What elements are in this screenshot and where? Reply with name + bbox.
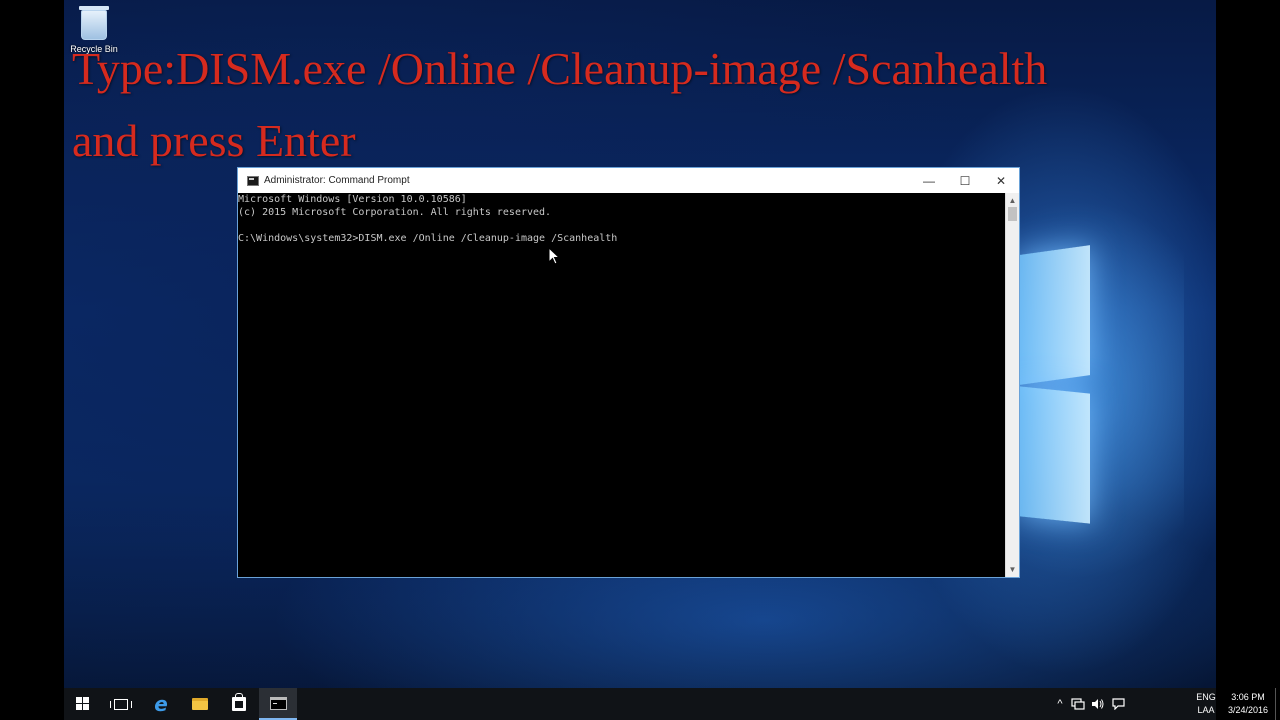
instruction-caption-line-2: and press Enter [72,115,356,166]
system-tray: ^ [1052,688,1128,720]
keyboard-layout-code: LAA [1197,705,1215,715]
window-controls: — ☐ ✕ [911,168,1019,193]
network-icon[interactable] [1068,698,1088,710]
language-code: ENG [1196,692,1216,702]
instruction-caption-line-1: Type:DISM.exe /Online /Cleanup-image /Sc… [72,43,1048,94]
wallpaper-logo-pane [1020,245,1090,385]
console-command-line[interactable]: C:\Windows\system32>DISM.exe /Online /Cl… [238,232,1005,245]
scrollbar-thumb[interactable] [1008,207,1017,221]
command-prompt-icon [269,696,287,710]
maximize-button[interactable]: ☐ [947,168,983,193]
vertical-scrollbar[interactable]: ▲ ▼ [1005,193,1019,577]
recycle-bin-icon [81,10,107,40]
console-line: Microsoft Windows [Version 10.0.10586] [238,194,467,205]
file-explorer-button[interactable] [181,688,219,720]
show-desktop-button[interactable] [1275,688,1279,720]
file-explorer-icon [192,698,208,710]
close-button[interactable]: ✕ [983,168,1019,193]
console-output[interactable]: Microsoft Windows [Version 10.0.10586] (… [238,193,1005,577]
task-view-icon [110,698,132,710]
input-language-indicator[interactable]: ENG LAA [1195,691,1217,717]
command-prompt-window[interactable]: Administrator: Command Prompt — ☐ ✕ Micr… [237,167,1020,578]
edge-icon: e [154,692,168,716]
edge-button[interactable]: e [142,688,180,720]
clock[interactable]: 3:06 PM 3/24/2016 [1223,691,1273,717]
minimize-button[interactable]: — [911,168,947,193]
store-button[interactable] [220,688,258,720]
window-titlebar[interactable]: Administrator: Command Prompt — ☐ ✕ [238,168,1019,193]
action-center-icon[interactable] [1108,698,1128,710]
show-hidden-icons-chevron-icon[interactable]: ^ [1052,698,1068,710]
clock-date: 3/24/2016 [1227,705,1269,715]
wallpaper-logo-pane [1020,386,1090,524]
command-prompt-icon[interactable] [247,175,259,186]
window-title: Administrator: Command Prompt [264,175,410,186]
command-prompt-taskbar-button[interactable] [259,688,297,720]
task-view-button[interactable] [102,688,140,720]
letterbox-right [1216,0,1280,688]
letterbox-left [0,0,64,688]
store-icon [232,693,246,711]
clock-time: 3:06 PM [1231,692,1265,702]
scroll-down-icon[interactable]: ▼ [1006,564,1019,576]
volume-icon[interactable] [1088,698,1108,710]
windows-start-icon [76,697,90,711]
console-line: (c) 2015 Microsoft Corporation. All righ… [238,207,552,218]
start-button[interactable] [64,688,102,720]
taskbar: e ^ ENG LAA 3:06 PM 3/24/2016 [64,688,1276,720]
scroll-up-icon[interactable]: ▲ [1006,195,1019,207]
